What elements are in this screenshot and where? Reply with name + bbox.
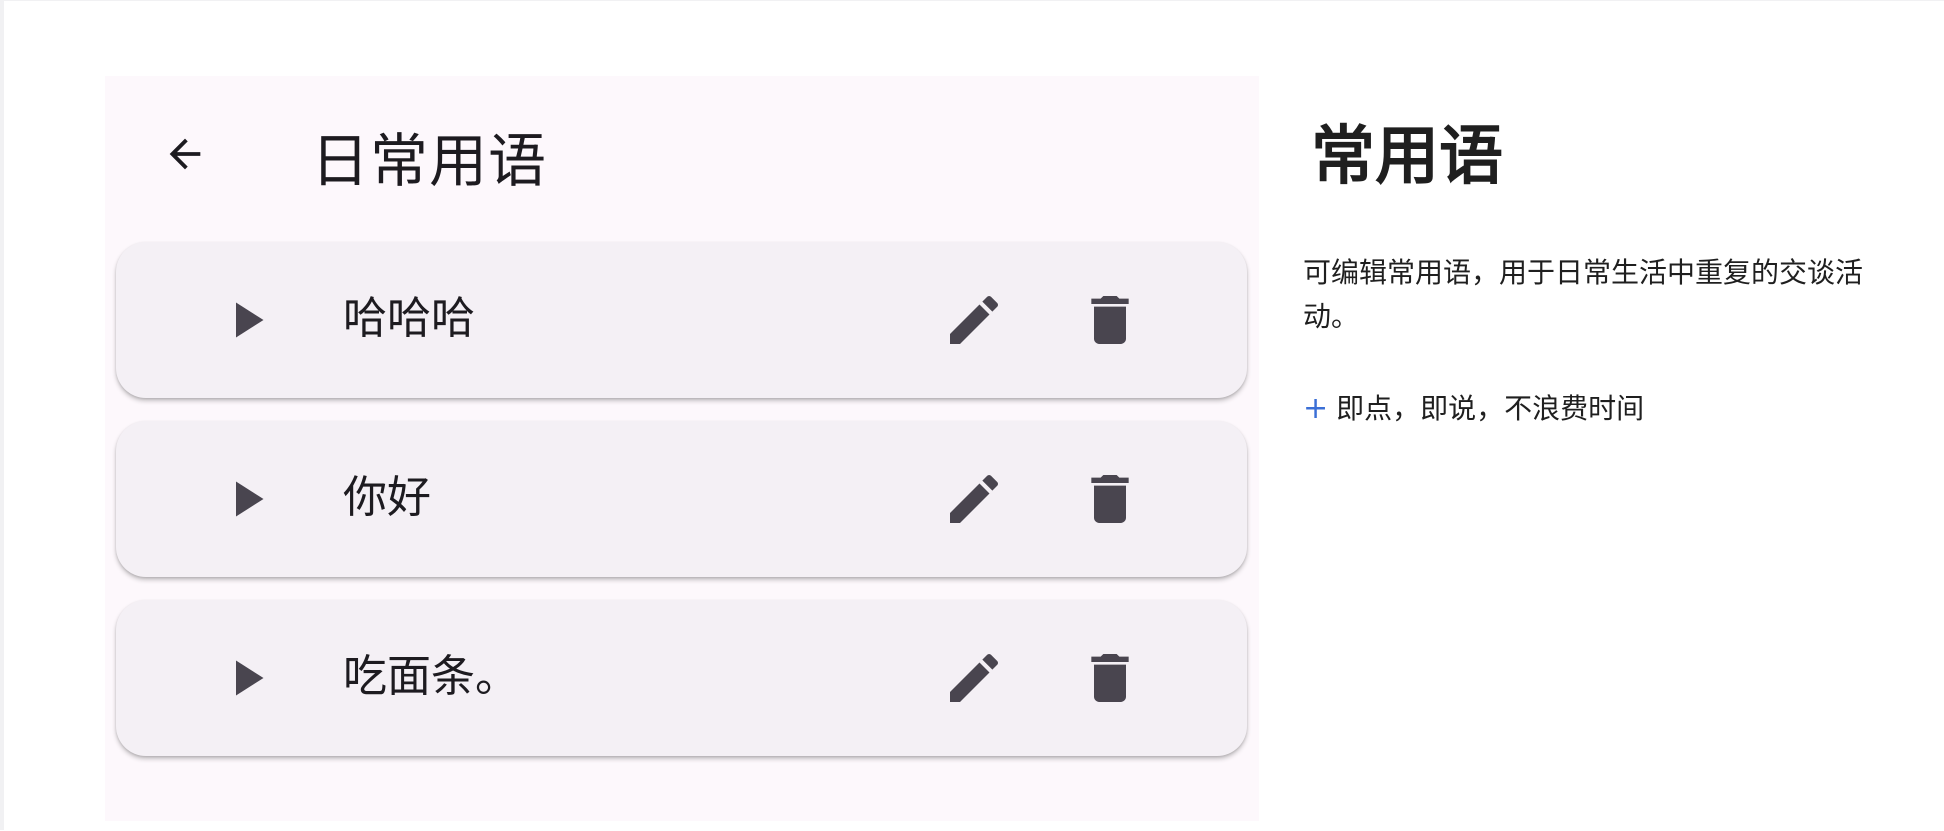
app-bar: 日常用语 bbox=[105, 76, 1259, 226]
phone-screen: 日常用语 哈哈哈 你好 吃面条。 bbox=[105, 76, 1259, 821]
arrow-back-icon bbox=[169, 138, 201, 170]
trash-icon bbox=[1091, 296, 1129, 344]
edit-button[interactable] bbox=[942, 467, 1006, 531]
edit-button[interactable] bbox=[942, 288, 1006, 352]
page-title: 日常用语 bbox=[311, 127, 548, 195]
edit-pencil-icon bbox=[950, 295, 999, 344]
phrase-card: 你好 bbox=[116, 421, 1247, 577]
play-button[interactable] bbox=[214, 288, 278, 352]
play-button[interactable] bbox=[214, 646, 278, 710]
delete-button[interactable] bbox=[1078, 646, 1142, 710]
trash-icon bbox=[1091, 654, 1129, 702]
trash-icon bbox=[1091, 475, 1129, 523]
phrase-card: 哈哈哈 bbox=[116, 242, 1247, 398]
delete-button[interactable] bbox=[1078, 467, 1142, 531]
feature-bullet-item: + 即点，即说，不浪费时间 bbox=[1303, 389, 1923, 429]
phrase-text: 吃面条。 bbox=[343, 651, 519, 702]
phrase-card: 吃面条。 bbox=[116, 600, 1247, 756]
screenshot-frame: 日常用语 哈哈哈 你好 吃面条。 常用语 可编辑常用语，用于日常生活中重复的交谈… bbox=[0, 0, 1944, 830]
feature-bullet-text: 即点，即说，不浪费时间 bbox=[1336, 392, 1645, 425]
play-icon bbox=[236, 481, 264, 517]
feature-description-panel: 常用语 可编辑常用语，用于日常生活中重复的交谈活动。 + 即点，即说，不浪费时间 bbox=[1303, 111, 1923, 429]
play-button[interactable] bbox=[214, 467, 278, 531]
plus-icon: + bbox=[1303, 391, 1329, 426]
play-icon bbox=[236, 302, 264, 338]
edit-pencil-icon bbox=[950, 653, 999, 702]
phrase-text: 你好 bbox=[343, 472, 431, 523]
feature-title: 常用语 bbox=[1311, 120, 1503, 194]
feature-description: 可编辑常用语，用于日常生活中重复的交谈活动。 bbox=[1303, 256, 1864, 333]
back-button[interactable] bbox=[153, 122, 217, 186]
edit-button[interactable] bbox=[942, 646, 1006, 710]
phrase-text: 哈哈哈 bbox=[343, 293, 475, 344]
delete-button[interactable] bbox=[1078, 288, 1142, 352]
edit-pencil-icon bbox=[950, 474, 999, 523]
play-icon bbox=[236, 660, 264, 696]
phrase-list: 哈哈哈 你好 吃面条。 bbox=[116, 242, 1247, 779]
